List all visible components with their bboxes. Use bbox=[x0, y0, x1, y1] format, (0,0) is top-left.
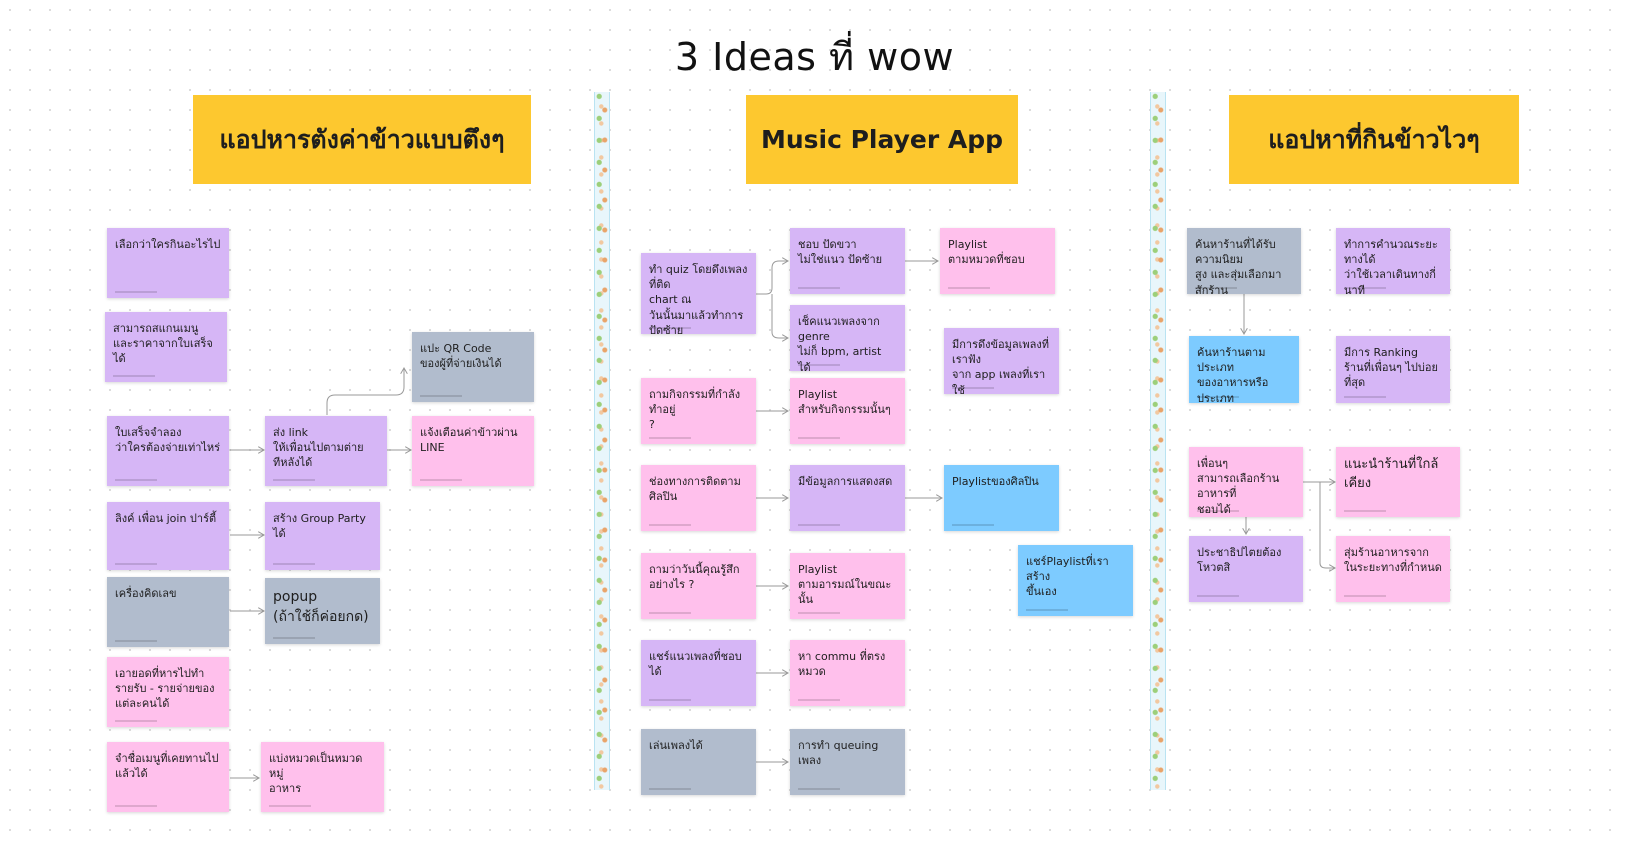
board-title: 3 Ideas ที่ wow bbox=[674, 35, 955, 79]
sticky-note[interactable]: เช็คแนวเพลงจาก genre ไม่ก็ bpm, artist ไ… bbox=[790, 305, 905, 371]
sticky-note[interactable]: ลิงค์ เพื่อน join ปาร์ตี้ bbox=[107, 502, 229, 570]
sticky-note[interactable]: ช่องทางการติดตาม ศิลปิน bbox=[641, 465, 756, 531]
connector-arrow bbox=[1319, 482, 1335, 568]
sticky-note[interactable]: ส่ง link ให้เพื่อนไปตามต่ายทีหลังได้ bbox=[265, 416, 387, 486]
column-heading-music-player: Music Player App bbox=[746, 95, 1018, 184]
sticky-note[interactable]: แปะ QR Code ของผู้ที่จ่ายเงินได้ bbox=[412, 332, 534, 402]
sticky-note[interactable]: ค้นหาร้านตามประเภท ของอาหารหรือประเภท ร้… bbox=[1189, 336, 1299, 403]
sticky-note[interactable]: มีข้อมูลการแสดงสด bbox=[790, 465, 905, 531]
sticky-note[interactable]: ประชาธิปไตยต้องโหวตสิ bbox=[1189, 536, 1303, 602]
sticky-note[interactable]: Playlist สำหรับกิจกรรมนั้นๆ bbox=[790, 378, 905, 444]
sticky-note[interactable]: หา commu ที่ตรงหมวด bbox=[790, 640, 905, 706]
sticky-note[interactable]: เอายอดที่หารไปทำ รายรับ - รายจ่ายของ แต่… bbox=[107, 657, 229, 727]
sticky-note[interactable]: มีการดึงข้อมูลเพลงที่เราฟัง จาก app เพลง… bbox=[944, 328, 1059, 394]
sticky-note[interactable]: เลือกว่าใครกินอะไรไป bbox=[107, 228, 229, 298]
sticky-note[interactable]: Playlist ตามอารมณ์ในขณะนั้น bbox=[790, 553, 905, 619]
sticky-note[interactable]: ใบเสร็จจำลอง ว่าใครต้องจ่ายเท่าไหร่ bbox=[107, 416, 229, 486]
sticky-note[interactable]: สามารถสแกนเมนู และราคาจากใบเสร็จได้ bbox=[105, 312, 227, 382]
sticky-note[interactable]: แชร์Playlistที่เราสร้าง ขึ้นเอง bbox=[1018, 545, 1133, 616]
column-heading-food-finder: แอปหาที่กินข้าวไวๆ bbox=[1229, 95, 1519, 184]
sticky-note[interactable]: ทำการคำนวณระยะทางได้ ว่าใช้เวลาเดินทางกี… bbox=[1336, 228, 1450, 294]
sticky-note[interactable]: เครื่องคิดเลข bbox=[107, 577, 229, 647]
sticky-note[interactable]: จำชื่อเมนูที่เคยทานไปแล้วได้ bbox=[107, 742, 229, 812]
section-divider bbox=[1150, 92, 1166, 790]
column-heading-split-bill: แอปหารตังค่าข้าวแบบตึงๆ bbox=[193, 95, 531, 184]
sticky-note[interactable]: Playlistของศิลปิน bbox=[944, 465, 1059, 531]
sticky-note[interactable]: การทำ queuing เพลง bbox=[790, 729, 905, 795]
sticky-note[interactable]: สุ่มร้านอาหารจาก ในระยะทางที่กำหนด bbox=[1336, 536, 1450, 602]
sticky-note[interactable]: Playlist ตามหมวดที่ชอบ bbox=[940, 228, 1055, 294]
sticky-note[interactable]: มีการ Ranking ร้านที่เพื่อนๆ ไปบ่อยที่สุ… bbox=[1336, 336, 1450, 403]
sticky-note[interactable]: สร้าง Group Party ได้ bbox=[265, 502, 380, 570]
connector-arrow bbox=[756, 261, 788, 295]
sticky-note[interactable]: ถามว่าวันนี้คุณรู้สึก อย่างไร ? bbox=[641, 553, 756, 619]
connector-arrow bbox=[326, 368, 404, 415]
sticky-note[interactable]: แจ้งเตือนค่าข้าวผ่าน LINE bbox=[412, 416, 534, 486]
sticky-note[interactable]: ถามกิจกรรมที่กำลังทำอยู่ ? bbox=[641, 378, 756, 444]
section-divider bbox=[594, 92, 610, 790]
sticky-note[interactable]: แนะนำร้านที่ใกล้เคียง bbox=[1336, 447, 1460, 517]
sticky-note[interactable]: ทำ quiz โดยดึงเพลงที่ติด chart ณ วันนั้น… bbox=[641, 253, 756, 334]
sticky-note[interactable]: เพื่อนๆ สามารถเลือกร้านอาหารที่ ชอบได้ bbox=[1189, 447, 1303, 517]
sticky-note[interactable]: ชอบ ปัดขวา ไม่ใช่แนว ปัดซ้าย bbox=[790, 228, 905, 294]
sticky-note[interactable]: เล่นเพลงได้ bbox=[641, 729, 756, 795]
sticky-note[interactable]: แชร์แนวเพลงที่ชอบได้ bbox=[641, 640, 756, 706]
connector-arrow bbox=[771, 294, 788, 338]
sticky-note[interactable]: แบ่งหมวดเป็นหมวดหมู่ อาหาร bbox=[261, 742, 384, 812]
sticky-note[interactable]: popup (ถ้าใช้ก็ค่อยกด) bbox=[265, 578, 380, 644]
sticky-note[interactable]: ค้นหาร้านที่ได้รับความนิยม สูง และสุ่มเล… bbox=[1187, 228, 1301, 294]
